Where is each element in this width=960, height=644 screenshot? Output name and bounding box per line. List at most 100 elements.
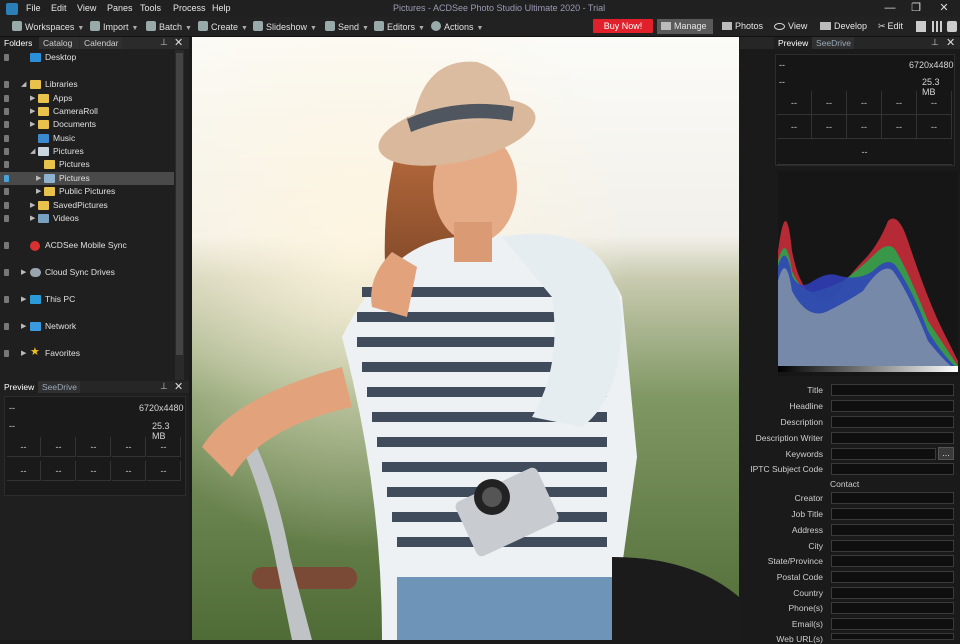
tree-node-pictures[interactable]: ◢ Pictures xyxy=(0,145,174,158)
tree-node-savedpictures[interactable]: ▶ SavedPictures xyxy=(0,199,174,212)
field-description[interactable] xyxy=(831,416,954,428)
folder-icon xyxy=(38,107,49,116)
tab-preview-right[interactable]: Preview xyxy=(774,37,812,49)
close-panel-icon[interactable]: ✕ xyxy=(174,36,183,49)
tree-node-mobile-sync[interactable]: ACDSee Mobile Sync xyxy=(0,239,174,252)
folder-tree-scroll-thumb[interactable] xyxy=(176,53,183,355)
tab-calendar[interactable]: Calendar xyxy=(80,37,122,49)
mode-manage-tab[interactable]: Manage xyxy=(657,19,713,34)
expand-arrow-icon[interactable]: ▶ xyxy=(36,172,41,185)
tree-node-public-pictures[interactable]: ▶ Public Pictures xyxy=(0,185,174,198)
expand-arrow-icon[interactable]: ▶ xyxy=(21,347,26,360)
tree-node-pictures-selected[interactable]: ▶ Pictures xyxy=(0,172,174,185)
tab-folders[interactable]: Folders xyxy=(0,37,39,49)
tree-node-libraries[interactable]: ◢ Libraries xyxy=(0,78,174,91)
slideshow-button[interactable]: Slideshow ▼ xyxy=(253,21,317,32)
tab-preview-left[interactable]: Preview xyxy=(0,381,38,393)
stats-bars-icon[interactable] xyxy=(932,21,942,32)
tree-node-videos[interactable]: ▶ Videos xyxy=(0,212,174,225)
expand-arrow-icon[interactable]: ▶ xyxy=(21,293,26,306)
buy-now-button[interactable]: Buy Now! xyxy=(593,19,653,33)
expand-arrow-icon[interactable]: ▶ xyxy=(30,105,35,118)
minimize-button[interactable]: — xyxy=(880,1,900,15)
menu-process[interactable]: Process xyxy=(173,3,206,13)
workspaces-button[interactable]: Workspaces ▼ xyxy=(12,21,84,32)
field-state-province[interactable] xyxy=(831,555,954,567)
field-postal-code[interactable] xyxy=(831,571,954,583)
share-icon[interactable] xyxy=(947,21,957,32)
menu-file[interactable]: File xyxy=(26,3,41,13)
tree-node-desktop[interactable]: Desktop xyxy=(0,51,174,64)
create-button[interactable]: Create ▼ xyxy=(198,21,248,32)
mode-edit-tab[interactable]: ✂ Edit xyxy=(874,19,914,34)
field-phones[interactable] xyxy=(831,602,954,614)
field-description-writer[interactable] xyxy=(831,432,954,444)
menu-panes[interactable]: Panes xyxy=(107,3,133,13)
expand-arrow-icon[interactable]: ▶ xyxy=(21,320,26,333)
tree-node-cameraroll[interactable]: ▶ CameraRoll xyxy=(0,105,174,118)
tree-node-apps[interactable]: ▶ Apps xyxy=(0,92,174,105)
pin-panel-icon[interactable]: ⊥ xyxy=(160,37,168,48)
image-dimensions: 6720x4480 xyxy=(139,403,184,413)
acdsee-app-icon[interactable] xyxy=(6,3,18,15)
tab-catalog[interactable]: Catalog xyxy=(39,37,79,49)
pin-icon xyxy=(4,296,9,303)
field-keywords[interactable] xyxy=(831,448,936,460)
expand-arrow-icon[interactable]: ◢ xyxy=(30,145,35,158)
field-web-urls[interactable] xyxy=(831,633,954,640)
tree-node-network[interactable]: ▶ Network xyxy=(0,320,174,333)
mode-develop-tab[interactable]: Develop xyxy=(816,19,870,34)
tree-node-label: Music xyxy=(53,133,76,143)
expand-arrow-icon[interactable]: ▶ xyxy=(30,212,35,225)
tree-node-favorites[interactable]: ▶ ★ Favorites xyxy=(0,346,174,360)
maximize-button[interactable]: ❐ xyxy=(906,1,926,15)
expand-arrow-icon[interactable]: ◢ xyxy=(21,78,26,91)
menu-edit[interactable]: Edit xyxy=(51,3,67,13)
pin-panel-icon[interactable]: ⊥ xyxy=(931,37,939,48)
field-emails[interactable] xyxy=(831,618,954,630)
field-headline[interactable] xyxy=(831,400,954,412)
field-country[interactable] xyxy=(831,587,954,599)
expand-arrow-icon[interactable]: ▶ xyxy=(30,92,35,105)
tree-node-music[interactable]: Music xyxy=(0,132,174,145)
tree-node-cloud-sync[interactable]: ▶ Cloud Sync Drives xyxy=(0,266,174,279)
expand-arrow-icon[interactable]: ▶ xyxy=(30,199,35,212)
mode-view-tab[interactable]: View xyxy=(770,19,812,34)
menu-tools[interactable]: Tools xyxy=(140,3,161,13)
expand-arrow-icon[interactable]: ▶ xyxy=(30,118,35,131)
editors-button[interactable]: Editors ▼ xyxy=(374,21,425,32)
tree-node-documents[interactable]: ▶ Documents xyxy=(0,118,174,131)
tab-seedrive-right[interactable]: SeeDrive xyxy=(812,37,854,49)
exif-cell: -- xyxy=(882,91,917,115)
close-window-button[interactable]: ✕ xyxy=(934,1,954,15)
keywords-browse-button[interactable]: ... xyxy=(938,447,954,460)
menu-view[interactable]: View xyxy=(77,3,96,13)
field-iptc-subject-code[interactable] xyxy=(831,463,954,475)
left-preview-info: -- 6720x4480 -- 25.3 MB -- -- -- -- -- -… xyxy=(4,396,186,496)
send-button[interactable]: Send ▼ xyxy=(325,21,369,32)
close-panel-icon[interactable]: ✕ xyxy=(174,380,183,393)
tree-node-this-pc[interactable]: ▶ This PC xyxy=(0,293,174,306)
close-panel-icon[interactable]: ✕ xyxy=(946,36,955,49)
pin-panel-icon[interactable]: ⊥ xyxy=(160,381,168,392)
menu-help[interactable]: Help xyxy=(212,3,231,13)
mode-photos-tab[interactable]: Photos xyxy=(718,19,766,34)
field-address[interactable] xyxy=(831,524,954,536)
batch-button[interactable]: Batch ▼ xyxy=(146,21,192,32)
main-image-viewer[interactable] xyxy=(192,37,739,640)
import-button[interactable]: Import ▼ xyxy=(90,21,138,32)
histogram-graph xyxy=(778,218,958,371)
field-title[interactable] xyxy=(831,384,954,396)
tree-node-pictures-sub1[interactable]: Pictures xyxy=(0,158,174,171)
label-headline: Headline xyxy=(789,401,823,411)
expand-arrow-icon[interactable]: ▶ xyxy=(21,266,26,279)
field-city[interactable] xyxy=(831,540,954,552)
tab-seedrive-left[interactable]: SeeDrive xyxy=(38,381,80,393)
expand-arrow-icon[interactable]: ▶ xyxy=(36,185,41,198)
actions-button[interactable]: Actions ▼ xyxy=(431,21,483,32)
info-placeholder: -- xyxy=(9,421,15,431)
field-creator[interactable] xyxy=(831,492,954,504)
field-job-title[interactable] xyxy=(831,508,954,520)
dashboard-icon[interactable] xyxy=(916,21,926,32)
histogram xyxy=(778,171,958,376)
